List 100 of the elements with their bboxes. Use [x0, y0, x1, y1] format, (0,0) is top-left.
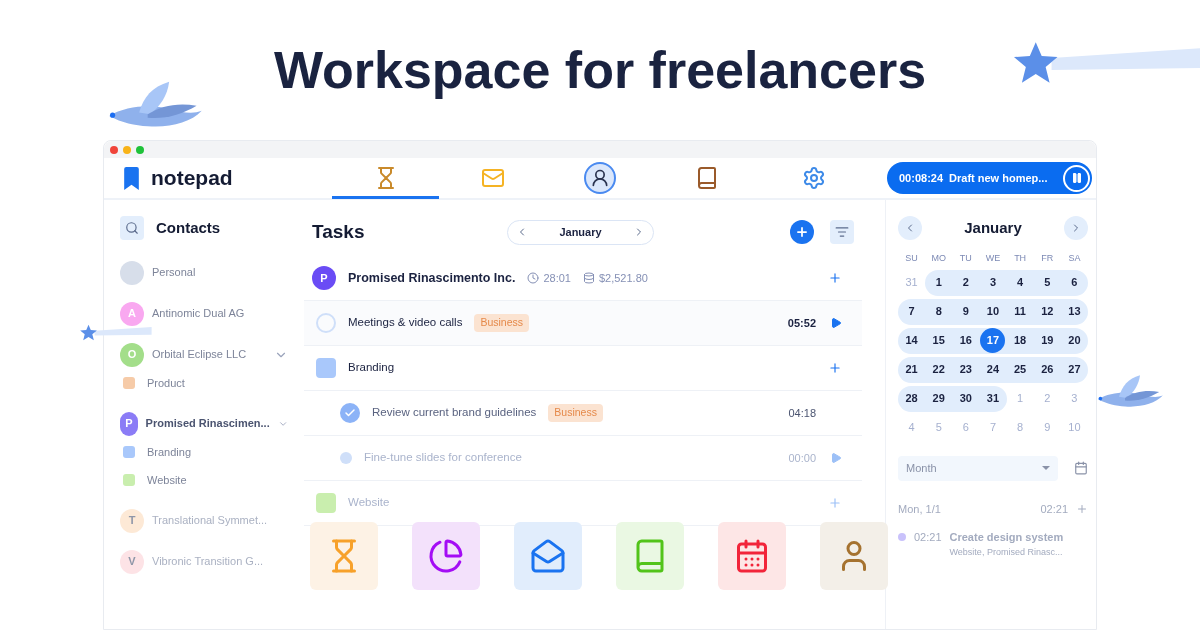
- calendar-day[interactable]: 24: [980, 357, 1006, 382]
- envelope-icon: [530, 538, 566, 574]
- feature-tile[interactable]: [310, 522, 378, 590]
- calendar-day[interactable]: 20: [1061, 328, 1087, 353]
- weekday-label: TH: [1013, 252, 1028, 265]
- event-time: 02:21: [914, 530, 942, 545]
- search-icon: [125, 221, 139, 235]
- task-checkbox[interactable]: [340, 403, 360, 423]
- project-amount: $2,521.80: [598, 270, 648, 286]
- calendar-day[interactable]: 17: [980, 328, 1006, 353]
- add-icon[interactable]: [828, 361, 842, 375]
- calendar-day[interactable]: 16: [953, 328, 979, 353]
- calendar-day[interactable]: 13: [1061, 299, 1087, 324]
- feature-tile[interactable]: [616, 522, 684, 590]
- letter-avatar: P: [120, 411, 138, 436]
- tag-label: Business: [548, 404, 603, 422]
- weekday-label: SU: [904, 252, 919, 265]
- search-button[interactable]: [120, 216, 144, 240]
- calendar-day[interactable]: 8: [926, 299, 952, 324]
- project-name: Promised Rinascimento Inc.: [348, 269, 516, 287]
- agenda-total: 02:21: [1040, 501, 1068, 517]
- timer-pill[interactable]: 00:08:24 Draft new homep...: [887, 162, 1092, 194]
- calendar-day[interactable]: 9: [953, 299, 979, 324]
- weekday-label: TU: [958, 252, 973, 265]
- clock-icon: [527, 272, 540, 284]
- contact-item[interactable]: Antinomic Dual AG: [152, 305, 245, 322]
- letter-avatar: V: [120, 549, 144, 574]
- month-label: January: [559, 224, 602, 240]
- avatar-placeholder: [120, 260, 144, 285]
- pause-button[interactable]: [1063, 164, 1090, 192]
- calendar-day[interactable]: 3: [980, 270, 1006, 295]
- calendar-day[interactable]: 6: [1061, 270, 1087, 295]
- play-icon[interactable]: [830, 452, 842, 464]
- calendar-day[interactable]: 29: [926, 386, 952, 411]
- previous-button[interactable]: [898, 216, 922, 240]
- timer-time: 00:08:24: [899, 170, 944, 186]
- avatar-icon: [583, 162, 616, 194]
- contact-item[interactable]: Orbital Eclipse LLC: [152, 346, 247, 363]
- weekday-label: WE: [984, 252, 1002, 265]
- filter-button[interactable]: [830, 220, 854, 244]
- letter-avatar: A: [120, 301, 144, 326]
- task-checkbox[interactable]: [316, 313, 336, 333]
- weekday-label: FR: [1040, 252, 1055, 265]
- feature-tile[interactable]: [718, 522, 786, 590]
- calendar-day[interactable]: 2: [953, 270, 979, 295]
- task-checkbox[interactable]: [340, 452, 352, 464]
- calendar-day[interactable]: 25: [1007, 357, 1033, 382]
- calendar-day[interactable]: 23: [953, 357, 979, 382]
- calendar-day[interactable]: 31: [980, 386, 1006, 411]
- calendar-day[interactable]: 27: [1061, 357, 1087, 382]
- calendar-day[interactable]: 26: [1034, 357, 1060, 382]
- feature-tile[interactable]: [820, 522, 888, 590]
- calendar-day[interactable]: 1: [926, 270, 952, 295]
- calendar-day[interactable]: 21: [899, 357, 925, 382]
- tasks-title: Tasks: [312, 219, 366, 244]
- calendar-day[interactable]: 15: [926, 328, 952, 353]
- contact-item[interactable]: Product: [147, 374, 185, 392]
- project-time: 28:01: [543, 270, 571, 286]
- group-name: Website: [348, 495, 390, 511]
- feature-tile[interactable]: [514, 522, 582, 590]
- calendar-day[interactable]: 18: [1007, 328, 1033, 353]
- plus-icon: [795, 225, 809, 239]
- calendar-day[interactable]: 22: [926, 357, 952, 382]
- contact-item[interactable]: Website: [147, 471, 187, 489]
- next-button[interactable]: [1064, 216, 1088, 240]
- check-icon: [344, 407, 356, 419]
- calendar-icon[interactable]: [1074, 461, 1088, 475]
- timer-task: Draft new homep...: [949, 170, 1048, 186]
- calendar-day[interactable]: 7: [899, 299, 925, 324]
- contact-item[interactable]: Promised Rinascimen...: [145, 415, 270, 432]
- contact-item[interactable]: Branding: [147, 443, 192, 461]
- filter-icon: [835, 225, 849, 239]
- agenda-date: Mon, 1/1: [898, 501, 941, 517]
- tag-label: Business: [474, 314, 530, 332]
- coins-icon: [582, 272, 595, 284]
- calendar-day[interactable]: 19: [1034, 328, 1060, 353]
- task-time: 04:18: [788, 405, 816, 421]
- weekday-label: SA: [1067, 252, 1082, 265]
- add-button[interactable]: [790, 220, 814, 244]
- add-icon[interactable]: [1076, 502, 1088, 515]
- calendar-day[interactable]: 10: [980, 299, 1006, 324]
- task-name: Review current brand guidelines: [372, 405, 537, 421]
- calendar-day[interactable]: 4: [1007, 270, 1033, 295]
- feature-tile[interactable]: [412, 522, 480, 590]
- pie-chart-icon: [428, 538, 464, 574]
- weekday-label: MO: [930, 252, 947, 265]
- calendar-day[interactable]: 5: [1034, 270, 1060, 295]
- letter-avatar: P: [312, 266, 336, 290]
- add-icon[interactable]: [828, 496, 842, 510]
- task-name: Fine-tune slides for conference: [364, 450, 522, 466]
- calendar-day[interactable]: 30: [953, 386, 979, 411]
- calendar-day[interactable]: 11: [1007, 299, 1033, 324]
- calendar-day[interactable]: 14: [899, 328, 925, 353]
- bookmark-logo-icon: [124, 166, 139, 190]
- calendar-day[interactable]: 28: [899, 386, 925, 411]
- add-icon[interactable]: [828, 271, 842, 285]
- play-icon[interactable]: [830, 317, 842, 329]
- contacts-title: Contacts: [156, 217, 221, 238]
- contact-item[interactable]: Personal: [152, 264, 196, 281]
- calendar-day[interactable]: 12: [1034, 299, 1060, 324]
